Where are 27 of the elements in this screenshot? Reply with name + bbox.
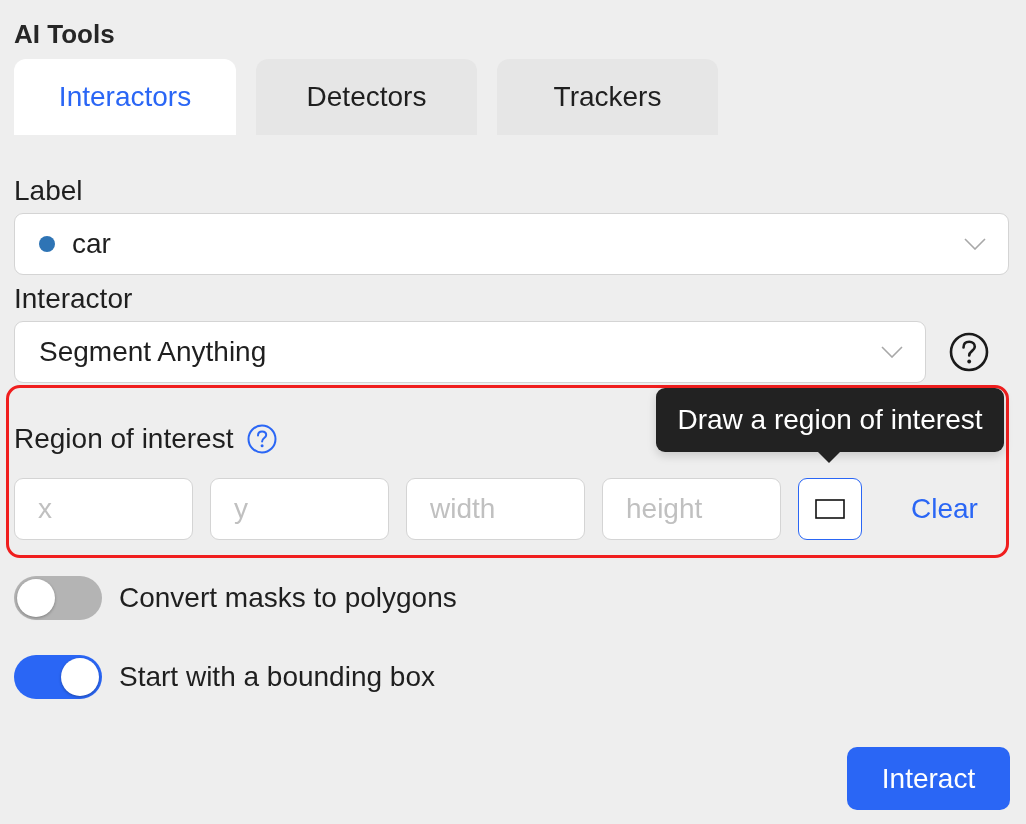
interactor-select[interactable]: Segment Anything (14, 321, 926, 383)
tab[interactable]: Trackers (497, 59, 718, 135)
chevron-down-icon (881, 346, 903, 358)
section-label: Region of interest (14, 423, 234, 455)
interact-button[interactable]: Interact (847, 747, 1010, 810)
coordinate-input-field[interactable]: x (14, 478, 193, 540)
tooltip: Draw a region of interest (656, 388, 1004, 463)
toggle-label: Start with a bounding box (119, 661, 435, 693)
panel-title: AI Tools (14, 18, 115, 50)
label-select[interactable]: car (14, 213, 1009, 275)
rectangle-icon (815, 499, 845, 519)
tab[interactable]: Interactors (14, 59, 236, 135)
coordinate-input-field[interactable]: width (406, 478, 585, 540)
toggle-switch[interactable] (14, 576, 102, 620)
field-label: Label (14, 175, 83, 207)
coordinate-input-field[interactable]: height (602, 478, 781, 540)
tab[interactable]: Detectors (256, 59, 477, 135)
toggle-label: Convert masks to polygons (119, 582, 457, 614)
draw-rectangle-button[interactable] (798, 478, 862, 540)
field-label: Interactor (14, 283, 133, 315)
clear-link[interactable]: Clear (911, 493, 978, 525)
toggle-switch[interactable] (14, 655, 102, 699)
chevron-down-icon (964, 238, 986, 250)
select-value: car (72, 228, 112, 260)
select-value: Segment Anything (39, 336, 268, 368)
coordinate-input-field[interactable]: y (210, 478, 389, 540)
help-icon[interactable] (949, 332, 989, 372)
